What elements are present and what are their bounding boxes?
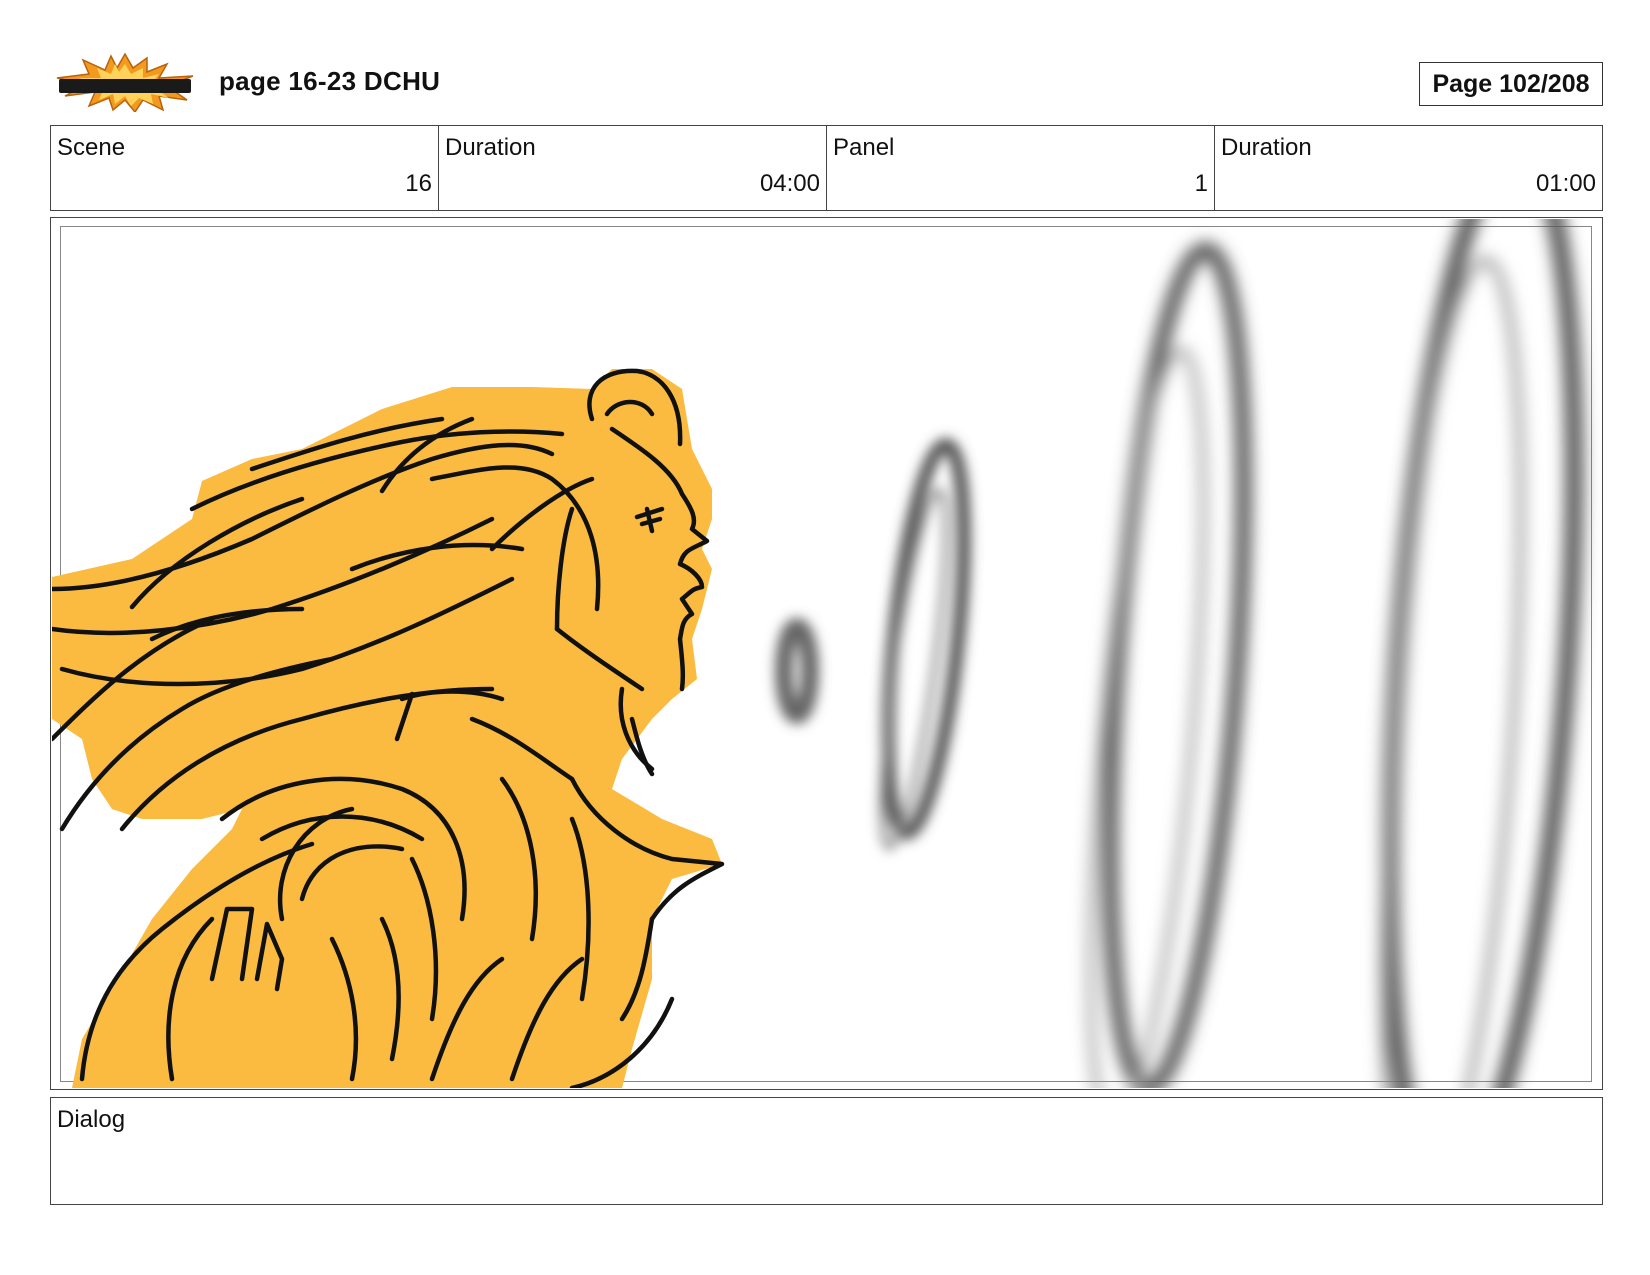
page-indicator: Page 102/208	[1419, 62, 1603, 106]
scene-value: 16	[405, 170, 432, 197]
scene-info-row: Scene 16 Duration 04:00 Panel 1 Duration…	[50, 125, 1603, 211]
scene-duration-label: Duration	[445, 134, 536, 161]
document-title: page 16-23 DCHU	[219, 66, 441, 96]
panel-label: Panel	[833, 134, 895, 161]
panel-duration-value: 01:00	[1535, 170, 1596, 197]
shout-rings	[775, 438, 971, 851]
panel-value: 1	[1194, 170, 1208, 197]
dialog-box: Dialog	[50, 1097, 1603, 1205]
dialog-label: Dialog	[57, 1106, 126, 1133]
panel-duration-label: Duration	[1221, 134, 1312, 161]
scene-duration-value: 04:00	[759, 170, 820, 197]
scene-duration-cell: Duration 04:00	[439, 126, 827, 210]
toon-boom-logo	[55, 52, 195, 114]
panel-cell: Panel 1	[827, 126, 1215, 210]
scene-label: Scene	[57, 134, 126, 161]
storyboard-sketch	[52, 219, 1601, 1088]
panel-duration-cell: Duration 01:00	[1215, 126, 1602, 210]
scene-cell: Scene 16	[51, 126, 439, 210]
